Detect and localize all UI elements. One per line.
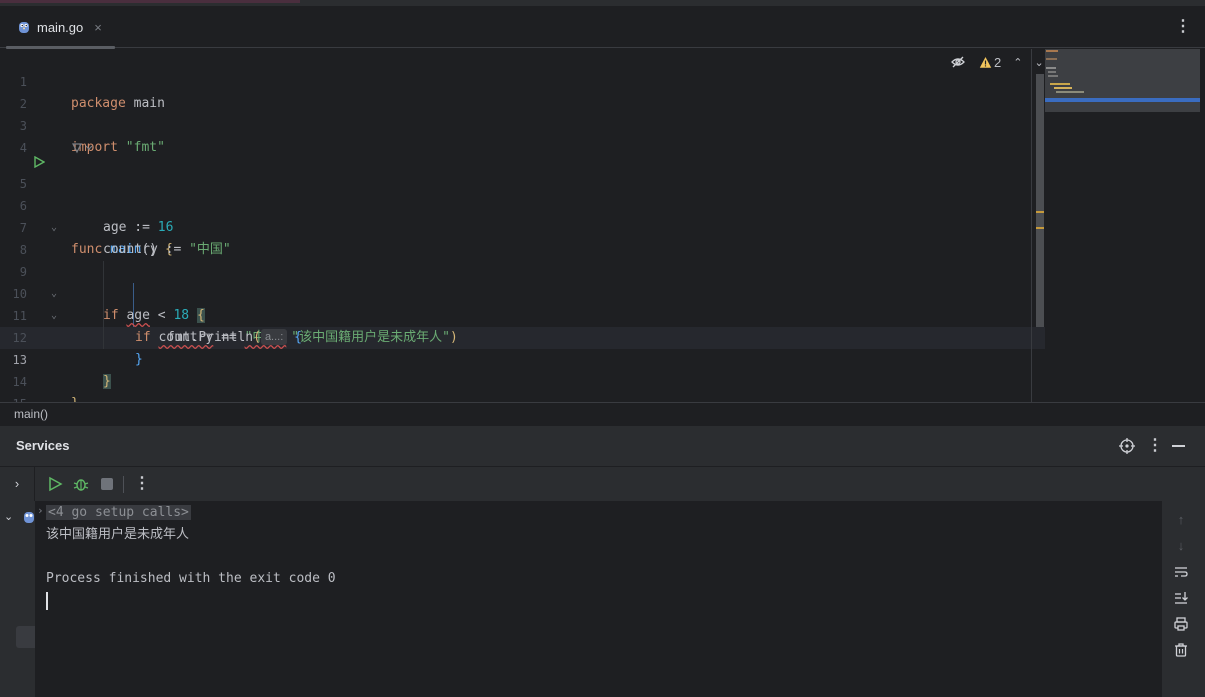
trash-icon[interactable] [1173, 642, 1189, 658]
services-toolbar: › ⋮ [0, 466, 1205, 502]
code-line: 9 ⌄ if age < 18 { [0, 239, 1040, 323]
run-icon[interactable] [47, 476, 63, 492]
services-title: Services [16, 438, 70, 453]
scroll-down-icon[interactable]: ↓ [1173, 538, 1189, 554]
debug-icon[interactable] [73, 476, 89, 492]
soft-wrap-icon[interactable] [1173, 564, 1189, 580]
code-line: 7 country := "中国" [0, 195, 1040, 257]
code-line: 11 fmt.Println(a...: "该中国籍用户是未成年人") [0, 283, 1040, 345]
selected-tree-item[interactable] [16, 626, 35, 648]
run-icon[interactable] [33, 156, 45, 168]
console-side-toolbar: ↑ ↓ [1162, 501, 1205, 697]
setup-calls-fold[interactable]: <4 go setup calls> [46, 505, 191, 520]
code-line: 14 } [0, 349, 1040, 411]
tab-filename: main.go [37, 19, 84, 35]
services-tree[interactable]: ⌄ [0, 501, 35, 697]
stop-icon[interactable] [101, 478, 113, 490]
minimap-viewport [1045, 98, 1200, 102]
editor-divider [1031, 49, 1032, 402]
more-icon[interactable]: ⋮ [1147, 438, 1163, 454]
title-accent [0, 0, 300, 3]
minimap-line [1046, 50, 1058, 52]
tab-main-go[interactable]: main.go × [6, 6, 115, 49]
minimize-icon[interactable] [1172, 445, 1185, 447]
minimap[interactable] [1045, 49, 1200, 112]
chevron-right-icon[interactable]: › [37, 504, 44, 517]
go-file-icon [19, 22, 29, 33]
close-icon[interactable]: × [94, 20, 102, 35]
code-line: 8 [0, 217, 1040, 257]
text-cursor [46, 592, 48, 610]
vertical-scrollbar[interactable] [1036, 74, 1044, 327]
code-line: 15 [0, 371, 1040, 411]
code-line: 3 import "fmt" [0, 93, 1040, 155]
warning-marker[interactable] [1036, 211, 1044, 213]
expand-icon[interactable]: › [8, 475, 26, 493]
breadcrumb-item[interactable]: main() [14, 407, 48, 421]
code-line: 4 [0, 115, 1040, 155]
toolbar-separator [123, 476, 124, 493]
minimap-line [1048, 75, 1058, 77]
code-line: 1 package main [0, 49, 1040, 111]
minimap-line [1046, 58, 1057, 60]
scroll-up-icon[interactable]: ↑ [1173, 512, 1189, 528]
toolbar-divider [34, 467, 35, 502]
console-line: 该中国籍用户是未成年人 [46, 527, 190, 542]
minimap-line [1050, 83, 1070, 85]
code-line: 12 } [0, 305, 1040, 367]
more-icon[interactable]: ⋮ [134, 476, 150, 492]
scroll-to-end-icon[interactable] [1173, 590, 1189, 606]
editor-tab-bar: main.go × ⋮ [0, 6, 1205, 49]
code-line: 10 ⌄ if country == "中国" { [0, 261, 1040, 345]
code-line: 2 [0, 71, 1040, 111]
code-line: 6 age := 16 [0, 173, 1040, 235]
breadcrumb[interactable]: main() [0, 402, 1205, 426]
chevron-down-icon[interactable]: ⌄ [4, 510, 13, 523]
minimap-line [1056, 91, 1084, 93]
more-icon[interactable]: ⋮ [1175, 19, 1191, 35]
code-line: 13 } [0, 327, 1040, 389]
services-header: Services ⋮ [0, 426, 1205, 466]
code-editor[interactable]: 2 ⌃ ⌄ 1 package main 2 3 import "fmt" 4 … [0, 49, 1200, 411]
minimap-line [1054, 87, 1072, 89]
minimap-line [1046, 67, 1056, 69]
warning-marker[interactable] [1036, 227, 1044, 229]
code-line: 5 ⌄ func main() { [0, 151, 1040, 257]
target-icon[interactable] [1119, 438, 1135, 454]
console-line: Process finished with the exit code 0 [46, 571, 336, 586]
go-run-config-icon[interactable] [23, 511, 35, 524]
print-icon[interactable] [1173, 616, 1189, 632]
console-output[interactable]: › <4 go setup calls> 该中国籍用户是未成年人 Process… [35, 501, 1162, 697]
minimap-line [1048, 71, 1056, 73]
